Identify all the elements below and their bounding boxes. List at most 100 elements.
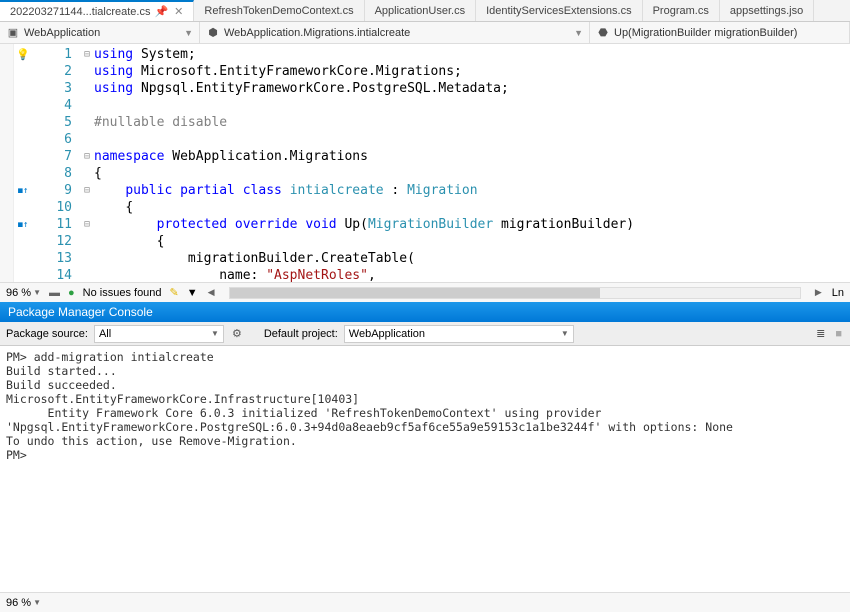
document-tab[interactable]: Program.cs (643, 0, 720, 21)
chevron-down-icon: ▼ (33, 288, 41, 297)
code-line[interactable]: using Npgsql.EntityFrameworkCore.Postgre… (94, 80, 850, 97)
fold-toggle (80, 250, 94, 267)
line-number: 13 (32, 250, 72, 267)
fold-toggle (80, 165, 94, 182)
scrollbar-thumb[interactable] (230, 288, 601, 298)
line-numbers: 123456789101112131415161718192021 (32, 44, 80, 282)
code-line[interactable] (94, 131, 850, 148)
close-icon[interactable]: ✕ (174, 5, 183, 18)
caret-line-label: Ln (832, 287, 844, 299)
health-indicator-icon[interactable]: ✎ (170, 286, 179, 299)
lightbulb-icon[interactable]: 💡 (14, 46, 32, 63)
fold-toggle (80, 233, 94, 250)
pmc-toolbar: Package source: All ▼ ⚙ Default project:… (0, 322, 850, 346)
document-tab[interactable]: IdentityServicesExtensions.cs (476, 0, 643, 21)
code-line[interactable]: namespace WebApplication.Migrations (94, 148, 850, 165)
fold-toggle (80, 114, 94, 131)
fold-toggle[interactable]: ⊟ (80, 182, 94, 199)
nav-project-label: WebApplication (24, 27, 100, 39)
tab-label: 202203271144...tialcreate.cs (10, 6, 150, 18)
chevron-down-icon: ▼ (33, 598, 41, 607)
document-tab[interactable]: ApplicationUser.cs (365, 0, 477, 21)
code-content[interactable]: using System;using Microsoft.EntityFrame… (94, 44, 850, 282)
code-line[interactable] (94, 97, 850, 114)
scroll-right-icon[interactable]: ▶ (813, 287, 824, 298)
fold-toggle (80, 80, 94, 97)
code-line[interactable]: { (94, 165, 850, 182)
package-source-label: Package source: (6, 328, 88, 340)
code-line[interactable]: { (94, 233, 850, 250)
line-number: 4 (32, 97, 72, 114)
fold-toggle (80, 267, 94, 282)
tab-label: RefreshTokenDemoContext.cs (204, 5, 353, 17)
default-project-dropdown[interactable]: WebApplication ▼ (344, 325, 574, 343)
fold-toggle[interactable]: ⊟ (80, 46, 94, 63)
code-line[interactable]: using Microsoft.EntityFrameworkCore.Migr… (94, 63, 850, 80)
chevron-down-icon: ▼ (211, 329, 219, 338)
chevron-down-icon: ▼ (574, 28, 583, 38)
code-line[interactable]: using System; (94, 46, 850, 63)
code-line[interactable]: protected override void Up(MigrationBuil… (94, 216, 850, 233)
issues-text: No issues found (83, 287, 162, 299)
editor-area: 💡◼↑◼↑ 123456789101112131415161718192021 … (0, 44, 850, 282)
tab-label: appsettings.jso (730, 5, 803, 17)
clear-console-icon[interactable]: ≣ (814, 327, 827, 340)
line-number: 3 (32, 80, 72, 97)
reference-marker-icon[interactable]: ◼↑ (14, 216, 32, 233)
document-tab[interactable]: 202203271144...tialcreate.cs 📌 ✕ (0, 0, 194, 21)
nav-class-label: WebApplication.Migrations.intialcreate (224, 27, 410, 39)
error-nav-icon[interactable]: ▬ (49, 287, 60, 299)
package-source-value: All (99, 328, 111, 340)
fold-toggle[interactable]: ⊟ (80, 216, 94, 233)
chevron-down-icon[interactable]: ▼ (187, 287, 198, 299)
no-issues-icon: ● (68, 287, 75, 299)
fold-toggle (80, 63, 94, 80)
horizontal-scrollbar[interactable] (229, 287, 801, 299)
code-line[interactable]: migrationBuilder.CreateTable( (94, 250, 850, 267)
nav-class-dropdown[interactable]: ⬢ WebApplication.Migrations.intialcreate… (200, 22, 590, 43)
editor-status-bar: 96 % ▼ ▬ ● No issues found ✎ ▼ ◀ ▶ Ln (0, 282, 850, 302)
console-output[interactable]: PM> add-migration intialcreate Build sta… (0, 346, 850, 592)
code-line[interactable]: { (94, 199, 850, 216)
reference-marker-icon[interactable]: ◼↑ (14, 182, 32, 199)
line-number: 14 (32, 267, 72, 282)
settings-gear-icon[interactable]: ⚙ (230, 327, 244, 340)
line-number: 11 (32, 216, 72, 233)
bottom-status-bar: 96 % ▼ (0, 592, 850, 612)
line-number: 8 (32, 165, 72, 182)
nav-project-dropdown[interactable]: ▣ WebApplication ▼ (0, 22, 200, 43)
fold-toggle (80, 131, 94, 148)
code-editor[interactable]: 💡◼↑◼↑ 123456789101112131415161718192021 … (14, 44, 850, 282)
line-number: 6 (32, 131, 72, 148)
stop-icon[interactable]: ■ (833, 328, 844, 340)
pin-icon[interactable]: 📌 (154, 5, 168, 18)
fold-toggle[interactable]: ⊟ (80, 148, 94, 165)
chevron-down-icon: ▼ (184, 28, 193, 38)
fold-toggle (80, 97, 94, 114)
zoom-value: 96 % (6, 597, 31, 609)
zoom-control[interactable]: 96 % ▼ (6, 287, 41, 299)
line-number: 7 (32, 148, 72, 165)
zoom-control[interactable]: 96 % ▼ (6, 597, 41, 609)
tab-label: Program.cs (653, 5, 709, 17)
scroll-left-icon[interactable]: ◀ (206, 287, 217, 298)
document-tab[interactable]: appsettings.jso (720, 0, 814, 21)
package-source-dropdown[interactable]: All ▼ (94, 325, 224, 343)
code-line[interactable]: name: "AspNetRoles", (94, 267, 850, 282)
code-line[interactable]: public partial class intialcreate : Migr… (94, 182, 850, 199)
tab-label: IdentityServicesExtensions.cs (486, 5, 632, 17)
default-project-label: Default project: (264, 328, 338, 340)
line-number: 10 (32, 199, 72, 216)
document-tab[interactable]: RefreshTokenDemoContext.cs (194, 0, 364, 21)
line-number: 9 (32, 182, 72, 199)
zoom-value: 96 % (6, 287, 31, 299)
nav-member-dropdown[interactable]: ⬣ Up(MigrationBuilder migrationBuilder) (590, 22, 850, 43)
fold-margin[interactable]: ⊟ ⊟ ⊟ ⊟ (80, 44, 94, 282)
default-project-value: WebApplication (349, 328, 425, 340)
glyph-margin: 💡 ◼↑ ◼↑ (14, 44, 32, 282)
package-manager-console-header[interactable]: Package Manager Console (0, 302, 850, 322)
code-line[interactable]: #nullable disable (94, 114, 850, 131)
class-icon: ⬢ (206, 26, 220, 39)
code-navigation-bar: ▣ WebApplication ▼ ⬢ WebApplication.Migr… (0, 22, 850, 44)
fold-toggle (80, 199, 94, 216)
